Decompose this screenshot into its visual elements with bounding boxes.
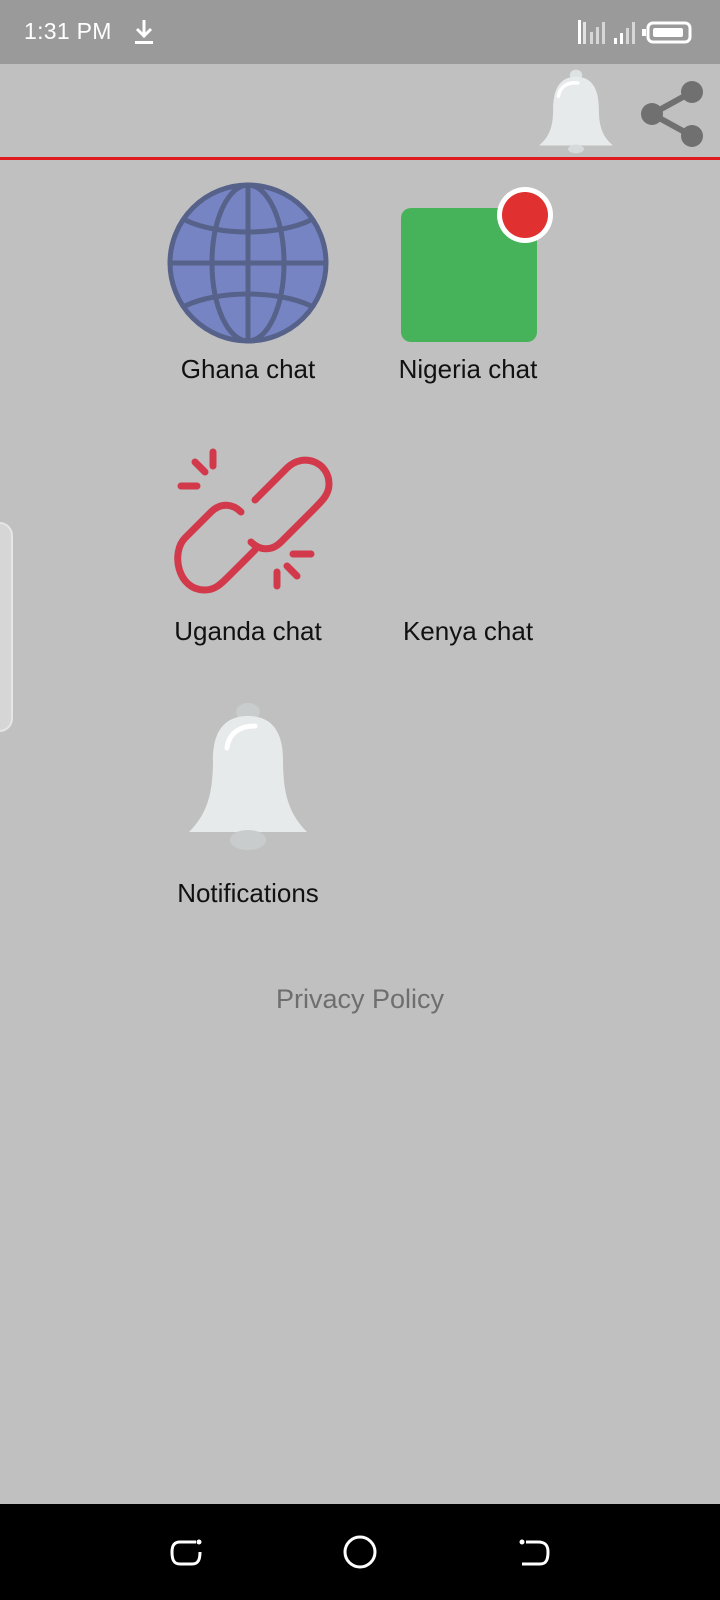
tile-label: Notifications xyxy=(177,878,319,908)
tile-ghana-chat[interactable]: Ghana chat xyxy=(148,178,348,385)
tile-kenya-chat[interactable]: Kenya chat xyxy=(368,440,568,647)
notification-badge xyxy=(502,192,548,238)
status-time: 1:31 PM xyxy=(24,18,112,44)
bell-icon xyxy=(189,703,307,850)
share-icon[interactable] xyxy=(636,76,712,152)
privacy-policy-link[interactable]: Privacy Policy xyxy=(0,984,720,1015)
tile-label: Uganda chat xyxy=(174,616,322,646)
back-icon[interactable] xyxy=(514,1532,554,1572)
recents-icon[interactable] xyxy=(166,1532,206,1572)
navigation-bar xyxy=(0,1504,720,1600)
home-icon[interactable] xyxy=(340,1532,380,1572)
tile-label: Kenya chat xyxy=(402,616,534,646)
side-drawer-handle[interactable] xyxy=(0,522,13,732)
bell-icon[interactable] xyxy=(532,68,620,156)
app-bar xyxy=(0,64,720,160)
kenya-icon-placeholder xyxy=(383,440,553,610)
status-bar: 1:31 PM xyxy=(0,0,720,64)
tile-label: Nigeria chat xyxy=(398,354,538,384)
globe-icon xyxy=(167,182,329,344)
chat-square-icon xyxy=(401,187,553,342)
tile-nigeria-chat[interactable]: Nigeria chat xyxy=(368,178,568,385)
tile-label: Ghana chat xyxy=(180,354,316,384)
tile-uganda-chat[interactable]: Uganda chat xyxy=(148,440,348,647)
tile-notifications[interactable]: Notifications xyxy=(148,702,348,909)
download-icon xyxy=(135,20,153,44)
broken-link-icon xyxy=(174,448,333,594)
signal-icon xyxy=(578,20,692,44)
